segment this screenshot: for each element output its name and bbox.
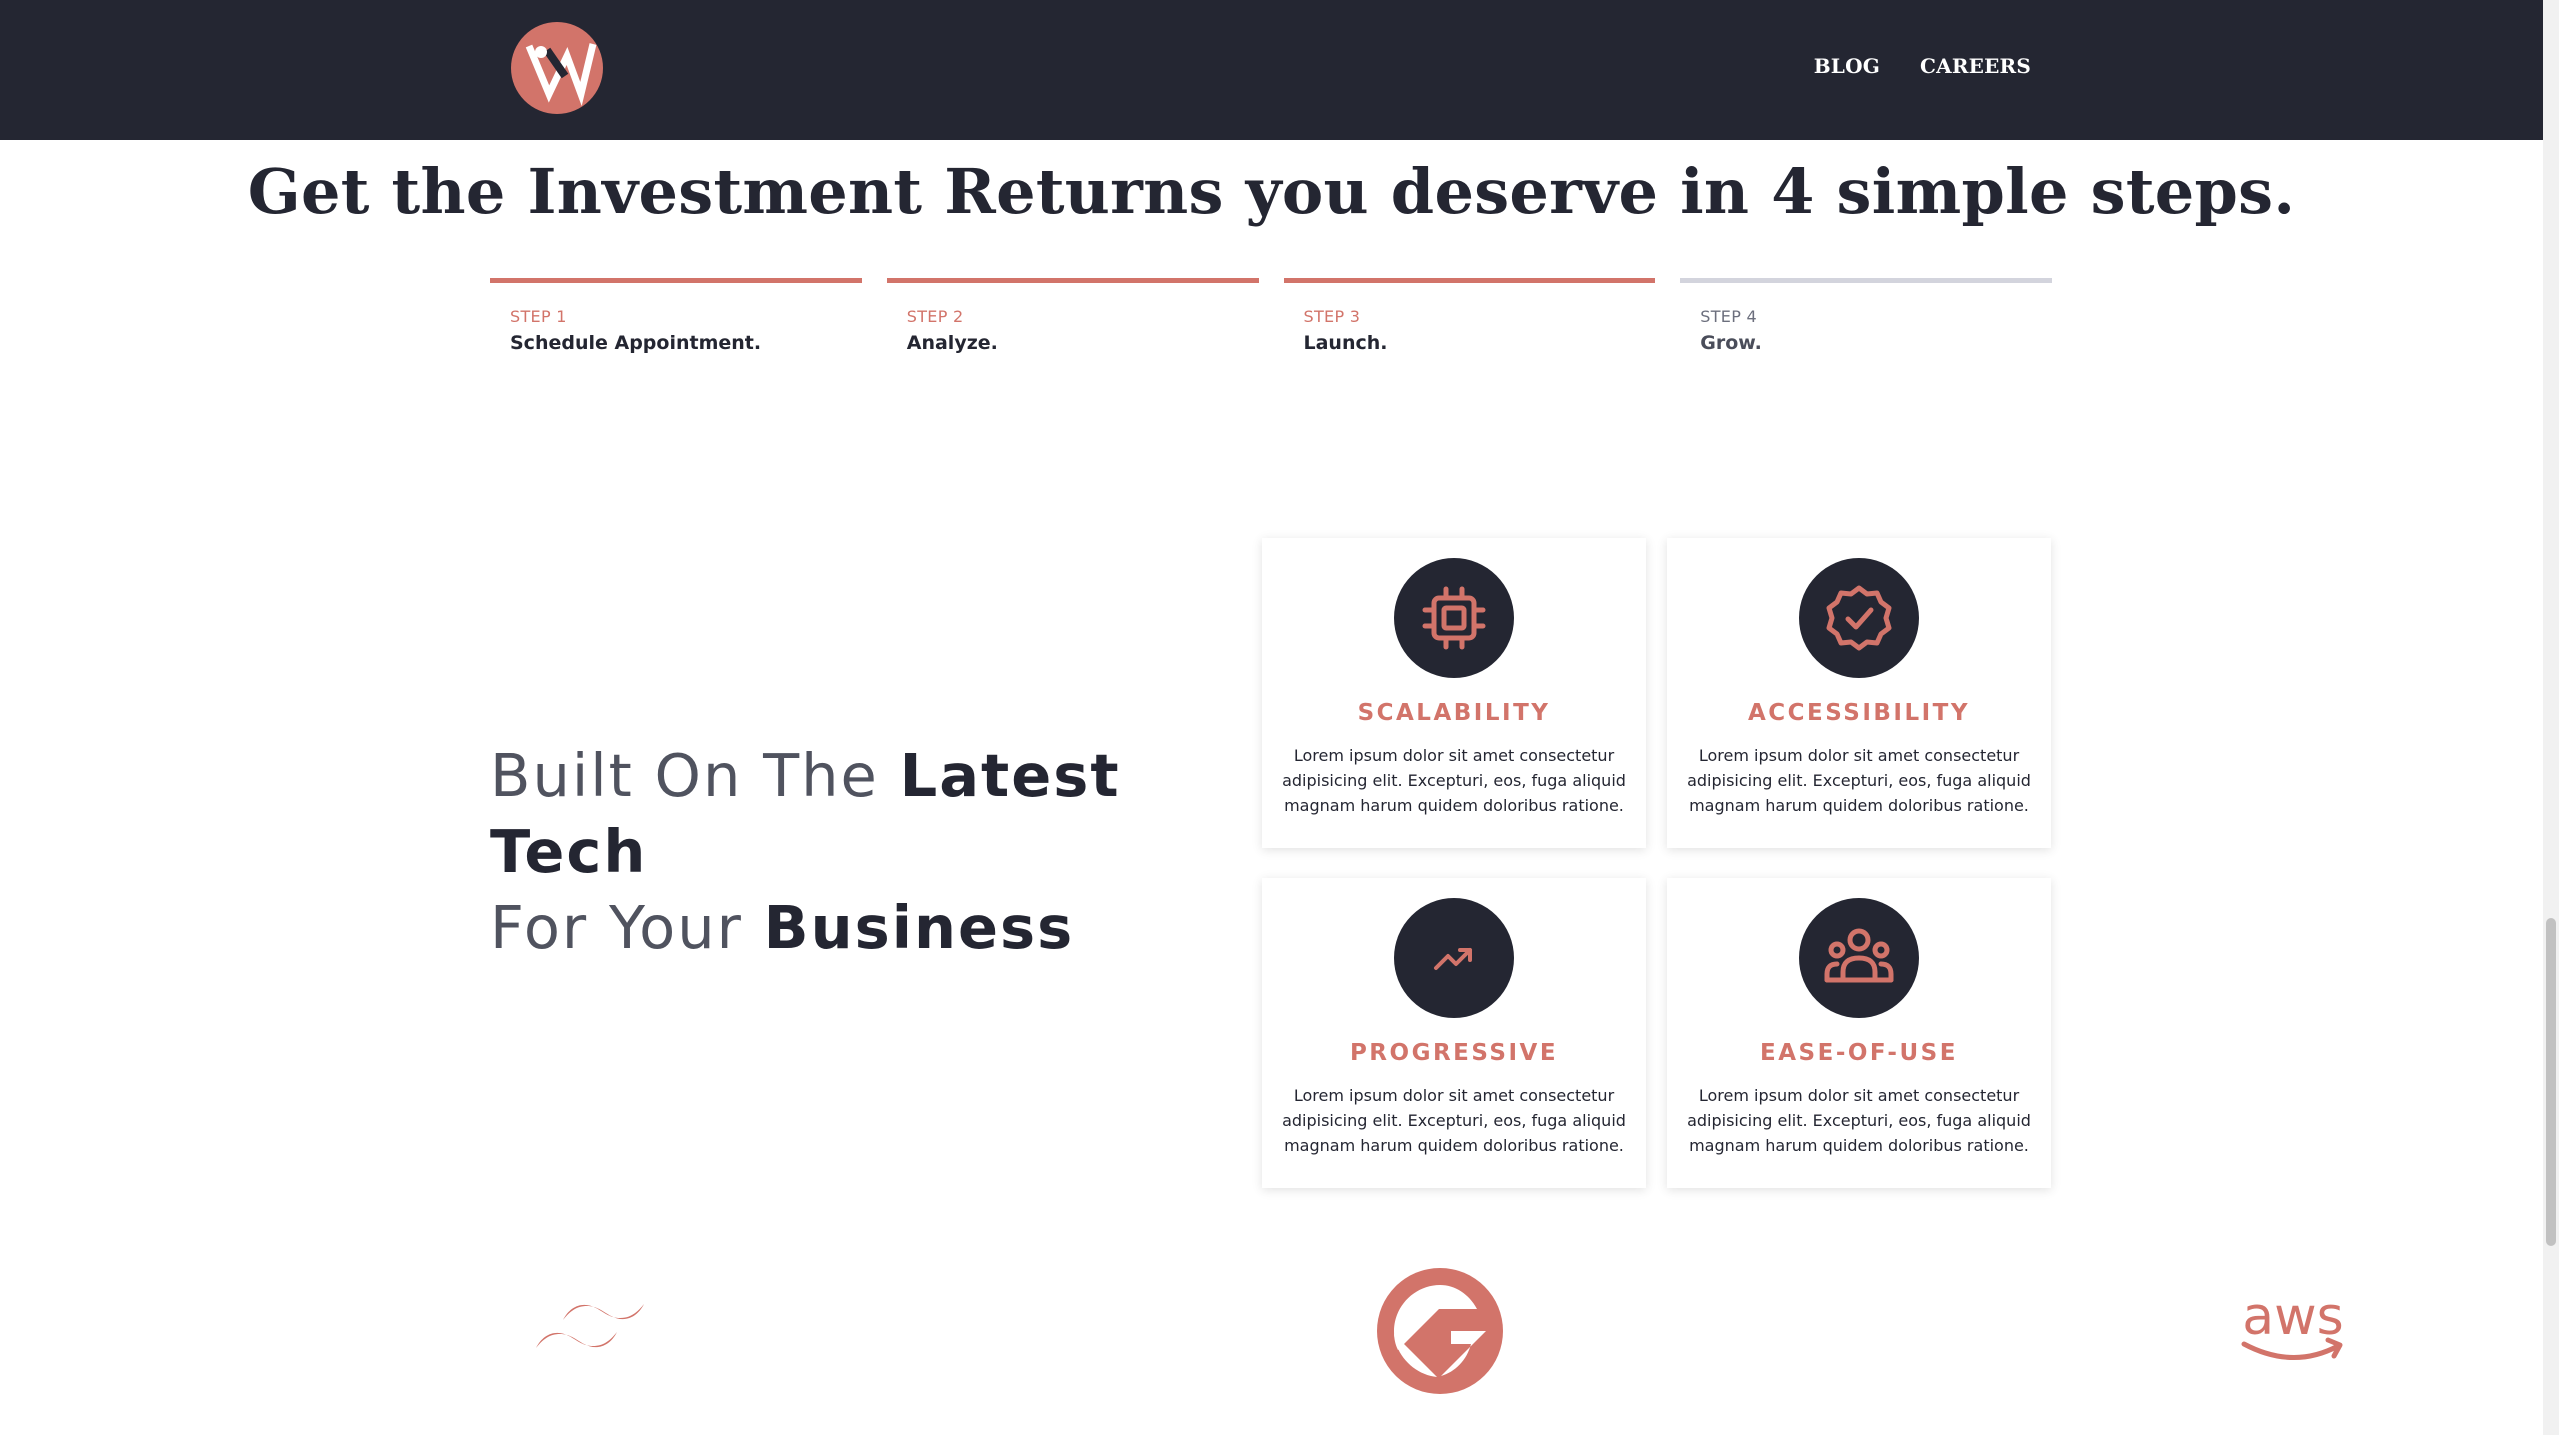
- step-label: STEP 3: [1303, 307, 1361, 326]
- steps-progress: STEP 1 Schedule Appointment. STEP 2 Anal…: [490, 278, 2052, 387]
- nav-blog-link[interactable]: BLOG: [1814, 54, 1880, 78]
- feature-card-ease-of-use: EASE-OF-USE Lorem ipsum dolor sit amet c…: [1667, 878, 2051, 1188]
- features-heading: Built On The Latest Tech For Your Busine…: [490, 738, 1250, 966]
- card-title: EASE-OF-USE: [1760, 1040, 1958, 1066]
- user-group-icon: [1799, 898, 1919, 1018]
- hero-headline: Get the Investment Returns you deserve i…: [247, 155, 2296, 228]
- step-2[interactable]: STEP 2 Analyze.: [886, 278, 1259, 387]
- step-title: Launch.: [1303, 332, 1388, 354]
- card-title: ACCESSIBILITY: [1747, 700, 1971, 726]
- step-1[interactable]: STEP 1 Schedule Appointment.: [490, 278, 862, 387]
- step-label: STEP 1: [510, 307, 567, 326]
- card-text: Lorem ipsum dolor sit amet consectetur a…: [1687, 746, 2031, 815]
- main-nav: BLOG CAREERS: [1814, 54, 2031, 78]
- page: BLOG CAREERS Get the Investment Returns …: [0, 0, 2543, 1435]
- badge-check-icon: [1799, 558, 1919, 678]
- heading-bold-text: Business: [763, 893, 1075, 962]
- step-label: STEP 2: [906, 307, 964, 326]
- step-title: Grow.: [1700, 332, 1762, 354]
- gatsby-logo-icon: [1377, 1268, 1503, 1398]
- card-text: Lorem ipsum dolor sit amet consectetur a…: [1282, 746, 1626, 815]
- step-label: STEP 4: [1700, 307, 1758, 326]
- tailwind-logo-icon: [536, 1298, 644, 1368]
- card-title: PROGRESSIVE: [1349, 1040, 1559, 1066]
- card-text: Lorem ipsum dolor sit amet consectetur a…: [1282, 1086, 1626, 1155]
- step-3[interactable]: STEP 3 Launch.: [1283, 278, 1656, 387]
- w-monogram-logo[interactable]: [511, 22, 603, 114]
- feature-card-progressive: PROGRESSIVE Lorem ipsum dolor sit amet c…: [1262, 878, 1646, 1188]
- site-header: BLOG CAREERS: [0, 0, 2543, 140]
- step-title: Analyze.: [906, 332, 998, 354]
- trending-up-icon: [1394, 898, 1514, 1018]
- feature-card-scalability: SCALABILITY Lorem ipsum dolor sit amet c…: [1262, 538, 1646, 848]
- card-text: Lorem ipsum dolor sit amet consectetur a…: [1687, 1086, 2031, 1155]
- heading-light-text: For Your: [490, 893, 743, 962]
- step-title: Schedule Appointment.: [510, 332, 762, 354]
- aws-logo-icon: aws: [2238, 1287, 2348, 1372]
- scrollbar[interactable]: [2543, 0, 2559, 1435]
- step-4[interactable]: STEP 4 Grow.: [1680, 278, 2052, 387]
- nav-careers-link[interactable]: CAREERS: [1920, 54, 2031, 78]
- chip-icon: [1394, 558, 1514, 678]
- feature-card-accessibility: ACCESSIBILITY Lorem ipsum dolor sit amet…: [1667, 538, 2051, 848]
- scrollbar-thumb[interactable]: [2546, 918, 2556, 1246]
- card-title: SCALABILITY: [1357, 700, 1551, 726]
- heading-light-text: Built On The: [490, 741, 879, 810]
